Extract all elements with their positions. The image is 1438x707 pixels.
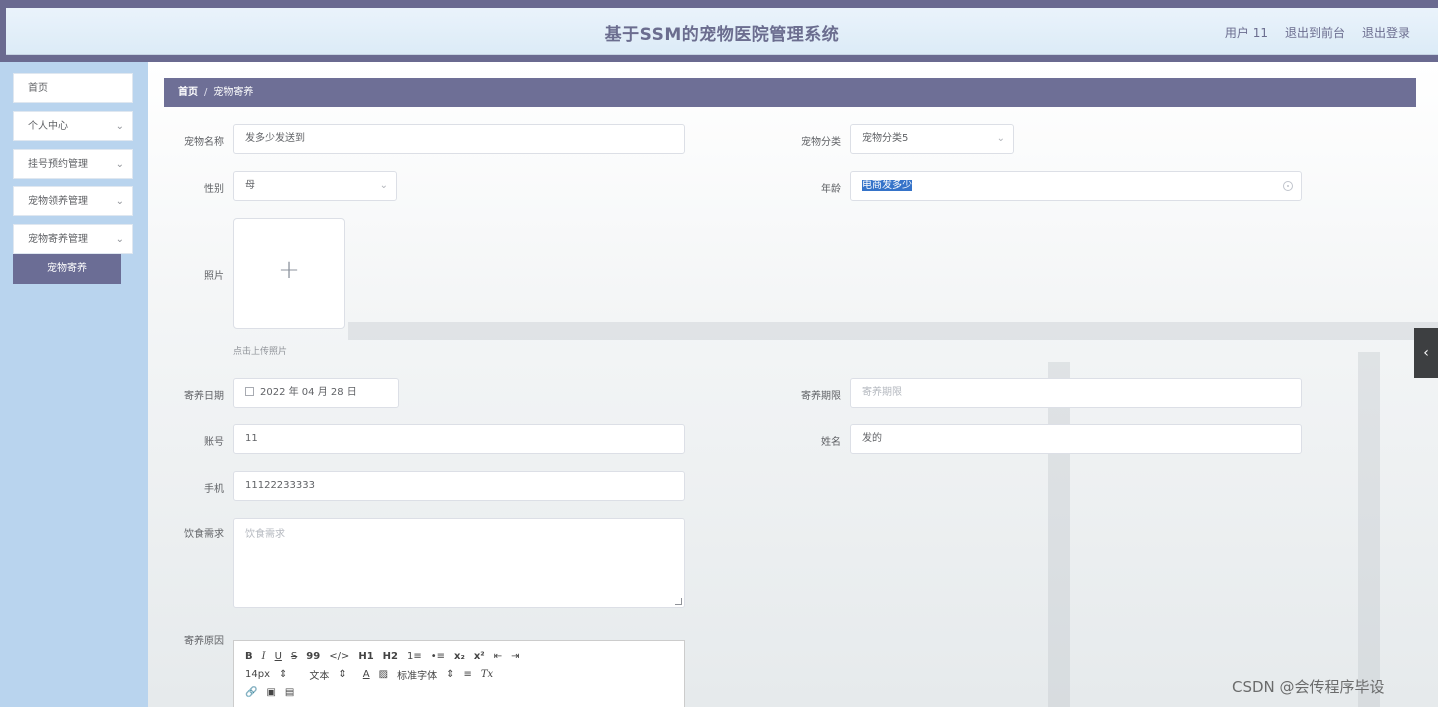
logout-link[interactable]: 退出登录 bbox=[1362, 24, 1410, 41]
sidebar-item-personal-center[interactable]: 个人中心 ⌄ bbox=[13, 111, 133, 141]
sidebar-item-label: 挂号预约管理 bbox=[28, 159, 88, 170]
side-panel-toggle[interactable]: ‹ bbox=[1414, 328, 1438, 378]
chevron-down-icon: ⌄ bbox=[115, 159, 124, 170]
indent-button[interactable]: ⇥ bbox=[511, 651, 519, 662]
diet-label: 饮食需求 bbox=[184, 529, 224, 540]
account-label: 账号 bbox=[204, 437, 224, 448]
blockquote-button[interactable]: 99 bbox=[306, 651, 320, 662]
background-decoration bbox=[1358, 352, 1380, 707]
breadcrumb-separator: / bbox=[204, 87, 208, 98]
clear-icon[interactable] bbox=[1283, 181, 1293, 191]
subscript-button[interactable]: x₂ bbox=[454, 651, 465, 662]
period-input[interactable]: 寄养期限 bbox=[850, 378, 1302, 408]
date-label: 寄养日期 bbox=[184, 391, 224, 402]
chevron-down-icon: ⌄ bbox=[379, 180, 388, 191]
select-arrows-icon: ⇕ bbox=[279, 668, 288, 680]
breadcrumb-current: 宠物寄养 bbox=[213, 87, 254, 98]
chevron-down-icon: ⌄ bbox=[115, 121, 124, 132]
editor-toolbar-row-1: B I U S 99 </> H1 H2 1≡ •≡ x₂ x² ⇤ ⇥ bbox=[245, 647, 528, 665]
exit-to-front-link[interactable]: 退出到前台 bbox=[1285, 24, 1345, 41]
date-value: 2022 年 04 月 28 日 bbox=[260, 387, 357, 398]
video-icon[interactable]: ▤ bbox=[285, 687, 294, 698]
period-label: 寄养期限 bbox=[801, 391, 841, 402]
pet-name-input[interactable]: 发多少发送到 bbox=[233, 124, 685, 154]
underline-button[interactable]: U bbox=[275, 651, 282, 662]
category-value: 宠物分类5 bbox=[862, 133, 909, 144]
gender-value: 母 bbox=[245, 180, 255, 191]
reason-label: 寄养原因 bbox=[184, 636, 224, 647]
breadcrumb-home[interactable]: 首页 bbox=[178, 87, 198, 98]
age-input[interactable]: 电商发多少 bbox=[850, 171, 1302, 201]
chevron-down-icon: ⌄ bbox=[115, 234, 124, 245]
editor-toolbar-row-3: 🔗 ▣ ▤ bbox=[245, 683, 303, 701]
category-select[interactable]: 宠物分类5 ⌄ bbox=[850, 124, 1014, 154]
heading2-button[interactable]: H2 bbox=[383, 651, 398, 662]
phone-label: 手机 bbox=[204, 484, 224, 495]
font-size-select[interactable]: 14px bbox=[245, 669, 270, 680]
header: 基于SSM的宠物医院管理系统 用户 11 退出到前台 退出登录 bbox=[6, 8, 1438, 55]
calendar-icon bbox=[245, 387, 254, 396]
app-title: 基于SSM的宠物医院管理系统 bbox=[604, 25, 840, 45]
background-decoration bbox=[348, 322, 1438, 340]
phone-input[interactable]: 11122233333 bbox=[233, 471, 685, 501]
italic-button[interactable]: I bbox=[262, 651, 266, 662]
link-icon[interactable]: 🔗 bbox=[245, 687, 257, 698]
font-color-icon[interactable]: A bbox=[363, 669, 370, 680]
sidebar-item-appointments[interactable]: 挂号预约管理 ⌄ bbox=[13, 149, 133, 179]
pet-name-label: 宠物名称 bbox=[184, 137, 224, 148]
gender-select[interactable]: 母 ⌄ bbox=[233, 171, 397, 201]
strike-button[interactable]: S bbox=[291, 651, 297, 662]
sidebar-item-adoption[interactable]: 宠物领养管理 ⌄ bbox=[13, 186, 133, 216]
sidebar-subitem-boarding[interactable]: 宠物寄养 bbox=[13, 254, 121, 284]
clear-format-button[interactable]: Tx bbox=[481, 669, 493, 680]
select-arrows-icon: ⇕ bbox=[446, 668, 455, 680]
ordered-list-button[interactable]: 1≡ bbox=[407, 651, 422, 662]
category-label: 宠物分类 bbox=[801, 137, 841, 148]
sidebar-item-label: 宠物寄养管理 bbox=[28, 234, 88, 245]
chevron-down-icon: ⌄ bbox=[996, 133, 1005, 144]
watermark: CSDN @会传程序毕设 bbox=[1232, 678, 1385, 696]
plus-icon: + bbox=[278, 255, 300, 285]
align-icon[interactable]: ≡ bbox=[463, 669, 471, 680]
sidebar-item-label: 宠物领养管理 bbox=[28, 196, 88, 207]
sidebar-item-label: 首页 bbox=[28, 83, 48, 94]
photo-label: 照片 bbox=[204, 271, 224, 282]
code-block-button[interactable]: </> bbox=[329, 651, 349, 662]
font-family-select[interactable]: 标准字体 bbox=[397, 667, 437, 682]
background-color-icon[interactable]: ▨ bbox=[379, 669, 388, 680]
main-content: 首页 / 宠物寄养 宠物名称 发多少发送到 宠物分类 宠物分类5 ⌄ 性别 母 ⌄ … bbox=[148, 62, 1438, 707]
diet-textarea[interactable]: 饮食需求 bbox=[233, 518, 685, 608]
name-label: 姓名 bbox=[821, 437, 841, 448]
age-label: 年龄 bbox=[821, 184, 841, 195]
name-input[interactable]: 发的 bbox=[850, 424, 1302, 454]
sidebar-item-label: 个人中心 bbox=[28, 121, 68, 132]
gender-label: 性别 bbox=[204, 184, 224, 195]
resize-grip-icon[interactable] bbox=[675, 598, 682, 605]
chevron-down-icon: ⌄ bbox=[115, 196, 124, 207]
outdent-button[interactable]: ⇤ bbox=[494, 651, 502, 662]
user-link[interactable]: 用户 11 bbox=[1225, 24, 1268, 41]
header-links: 用户 11 退出到前台 退出登录 bbox=[1225, 24, 1410, 41]
superscript-button[interactable]: x² bbox=[474, 651, 485, 662]
image-icon[interactable]: ▣ bbox=[266, 687, 275, 698]
sidebar-item-home[interactable]: 首页 bbox=[13, 73, 133, 103]
editor-toolbar-row-2: 14px ⇕ 文本 ⇕ A ▨ 标准字体 ⇕ ≡ Tx bbox=[245, 665, 502, 683]
bullet-list-button[interactable]: •≡ bbox=[431, 651, 445, 662]
rich-text-editor[interactable]: B I U S 99 </> H1 H2 1≡ •≡ x₂ x² ⇤ ⇥ 14p… bbox=[233, 640, 685, 707]
account-input[interactable]: 11 bbox=[233, 424, 685, 454]
diet-placeholder: 饮食需求 bbox=[245, 529, 285, 540]
bold-button[interactable]: B bbox=[245, 651, 253, 662]
select-arrows-icon: ⇕ bbox=[338, 668, 347, 680]
upload-tip: 点击上传照片 bbox=[233, 347, 288, 357]
text-type-select[interactable]: 文本 bbox=[309, 667, 329, 682]
age-value-selected: 电商发多少 bbox=[862, 180, 912, 191]
heading1-button[interactable]: H1 bbox=[358, 651, 373, 662]
date-picker[interactable]: 2022 年 04 月 28 日 bbox=[233, 378, 399, 408]
photo-upload-button[interactable]: + bbox=[233, 218, 345, 329]
background-decoration bbox=[1048, 362, 1070, 707]
sidebar-item-boarding[interactable]: 宠物寄养管理 ⌄ bbox=[13, 224, 133, 254]
breadcrumb: 首页 / 宠物寄养 bbox=[164, 78, 1416, 107]
